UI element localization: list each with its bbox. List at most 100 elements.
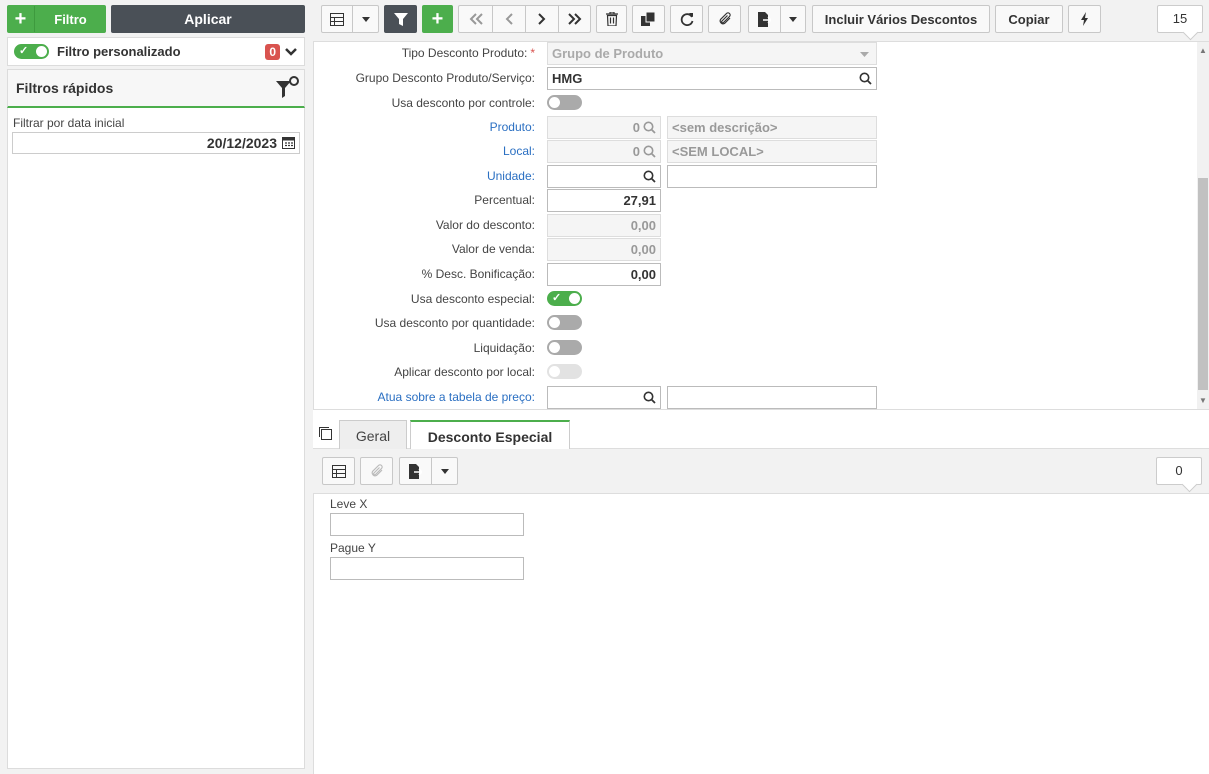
desc-bonif-label: % Desc. Bonificação: — [421, 267, 535, 281]
lightning-icon — [1080, 12, 1088, 26]
filter-button[interactable] — [384, 5, 417, 33]
date-filter-label: Filtrar por data inicial — [13, 116, 125, 130]
discount-form: Tipo Desconto Produto: * Grupo de Produto… — [313, 42, 1197, 409]
left-panel: + Filtro Aplicar ✓ Filtro personalizado … — [0, 0, 313, 774]
calendar-icon[interactable] — [282, 136, 295, 149]
duplicate-button[interactable] — [632, 5, 665, 33]
custom-filter-toggle[interactable]: ✓ — [14, 44, 49, 59]
usa-especial-row: Usa desconto especial: ✓ — [313, 288, 1197, 310]
search-icon[interactable] — [643, 391, 656, 404]
grupo-label: Grupo Desconto Produto/Serviço: — [355, 71, 535, 85]
export-icon[interactable] — [400, 458, 431, 484]
quick-filters-body: Filtrar por data inicial 20/12/2023 — [7, 108, 305, 769]
plus-icon: + — [7, 6, 35, 32]
valor-desconto-label: Valor do desconto: — [435, 218, 535, 232]
aplicar-button[interactable]: Aplicar — [111, 5, 305, 33]
caret-down-icon[interactable] — [431, 458, 457, 484]
aplicar-local-label: Aplicar desconto por local: — [394, 365, 535, 379]
usa-especial-label: Usa desconto especial: — [410, 292, 535, 306]
tipo-desconto-select[interactable]: Grupo de Produto — [547, 42, 877, 65]
leve-x-label: Leve X — [330, 497, 368, 511]
filtro-button-label: Filtro — [54, 11, 87, 27]
valor-venda-label: Valor de venda: — [451, 242, 535, 256]
first-page-icon[interactable] — [459, 6, 492, 32]
tab-desconto-especial[interactable]: Desconto Especial — [410, 420, 570, 451]
percentual-input[interactable]: 27,91 — [547, 189, 661, 212]
filtro-button[interactable]: + Filtro — [7, 5, 106, 33]
grupo-row: Grupo Desconto Produto/Serviço: HMG — [313, 67, 1197, 90]
quick-action-button[interactable] — [1068, 5, 1101, 33]
local-desc: <SEM LOCAL> — [667, 140, 877, 163]
page-size-selector[interactable]: 15 — [1157, 5, 1203, 33]
tipo-desconto-value: Grupo de Produto — [552, 46, 664, 61]
usa-quantidade-label: Usa desconto por quantidade: — [374, 316, 535, 330]
add-button[interactable]: + — [422, 5, 453, 33]
usa-quantidade-toggle[interactable] — [547, 315, 582, 330]
next-page-icon[interactable] — [525, 6, 558, 32]
chevron-down-icon[interactable] — [284, 45, 298, 59]
filter-settings-icon[interactable] — [274, 75, 300, 101]
grupo-value: HMG — [552, 71, 583, 86]
restore-window-icon[interactable] — [318, 426, 333, 441]
local-code: 0 — [632, 144, 640, 159]
tab-geral[interactable]: Geral — [339, 420, 407, 450]
caret-down-icon[interactable] — [352, 6, 378, 32]
search-icon — [643, 145, 656, 158]
unidade-desc-input[interactable] — [667, 165, 877, 188]
usa-especial-toggle[interactable]: ✓ — [547, 291, 582, 306]
percentual-row: Percentual: 27,91 — [313, 189, 1197, 212]
local-label[interactable]: Local: — [503, 144, 535, 158]
attach-button[interactable] — [708, 5, 741, 33]
last-page-icon[interactable] — [558, 6, 590, 32]
usa-controle-row: Usa desconto por controle: — [313, 92, 1197, 114]
grid-icon — [331, 464, 346, 478]
liquidacao-toggle[interactable] — [547, 340, 582, 355]
grid-view-dropdown[interactable] — [321, 5, 379, 33]
copiar-button[interactable]: Copiar — [995, 5, 1063, 33]
atua-tabela-desc-input[interactable] — [667, 386, 877, 409]
search-icon — [643, 121, 656, 134]
valor-venda-input: 0,00 — [547, 238, 661, 261]
valor-desconto-row: Valor do desconto: 0,00 — [313, 214, 1197, 237]
desc-bonif-input[interactable]: 0,00 — [547, 263, 661, 286]
usa-controle-toggle[interactable] — [547, 95, 582, 110]
export-dropdown[interactable] — [748, 5, 806, 33]
search-icon[interactable] — [859, 72, 872, 85]
produto-code-input: 0 — [547, 116, 661, 139]
incluir-varios-descontos-button[interactable]: Incluir Vários Descontos — [812, 5, 990, 33]
pague-y-input[interactable] — [330, 557, 524, 580]
produto-label[interactable]: Produto: — [490, 120, 535, 134]
custom-filter-count-badge: 0 — [265, 43, 280, 60]
unidade-input[interactable] — [547, 165, 661, 188]
unidade-label[interactable]: Unidade: — [487, 169, 535, 183]
grid-view-button[interactable] — [322, 457, 355, 485]
grid-icon[interactable] — [322, 6, 352, 32]
quick-filters-header: Filtros rápidos — [7, 69, 305, 108]
aplicar-local-row: Aplicar desconto por local: — [313, 361, 1197, 383]
tipo-desconto-label: Tipo Desconto Produto: * — [401, 46, 535, 60]
refresh-button[interactable] — [670, 5, 703, 33]
caret-down-icon — [860, 52, 869, 57]
scroll-up-icon[interactable]: ▲ — [1199, 46, 1207, 55]
caret-down-icon[interactable] — [780, 6, 805, 32]
date-filter-input[interactable]: 20/12/2023 — [12, 132, 300, 154]
grupo-input[interactable]: HMG — [547, 67, 877, 90]
atua-tabela-input[interactable] — [547, 386, 661, 409]
detail-page-size-selector[interactable]: 0 — [1156, 457, 1202, 485]
leve-x-input[interactable] — [330, 513, 524, 536]
prev-page-icon[interactable] — [492, 6, 525, 32]
scroll-down-icon[interactable]: ▼ — [1199, 396, 1207, 405]
scrollbar-thumb[interactable] — [1198, 178, 1208, 390]
form-scrollbar[interactable]: ▲ ▼ — [1197, 42, 1209, 409]
export-dropdown[interactable] — [399, 457, 458, 485]
main-toolbar: + Incluir Vários Descontos Copiar 15 — [313, 0, 1209, 42]
export-icon[interactable] — [749, 6, 780, 32]
plus-icon: + — [431, 8, 444, 30]
atua-tabela-label[interactable]: Atua sobre a tabela de preço: — [378, 390, 535, 404]
search-icon[interactable] — [643, 170, 656, 183]
delete-button[interactable] — [596, 5, 627, 33]
paperclip-icon — [719, 12, 731, 25]
tipo-desconto-row: Tipo Desconto Produto: * Grupo de Produto — [313, 42, 1197, 65]
check-icon: ✓ — [19, 45, 29, 57]
percentual-label: Percentual: — [474, 193, 535, 207]
